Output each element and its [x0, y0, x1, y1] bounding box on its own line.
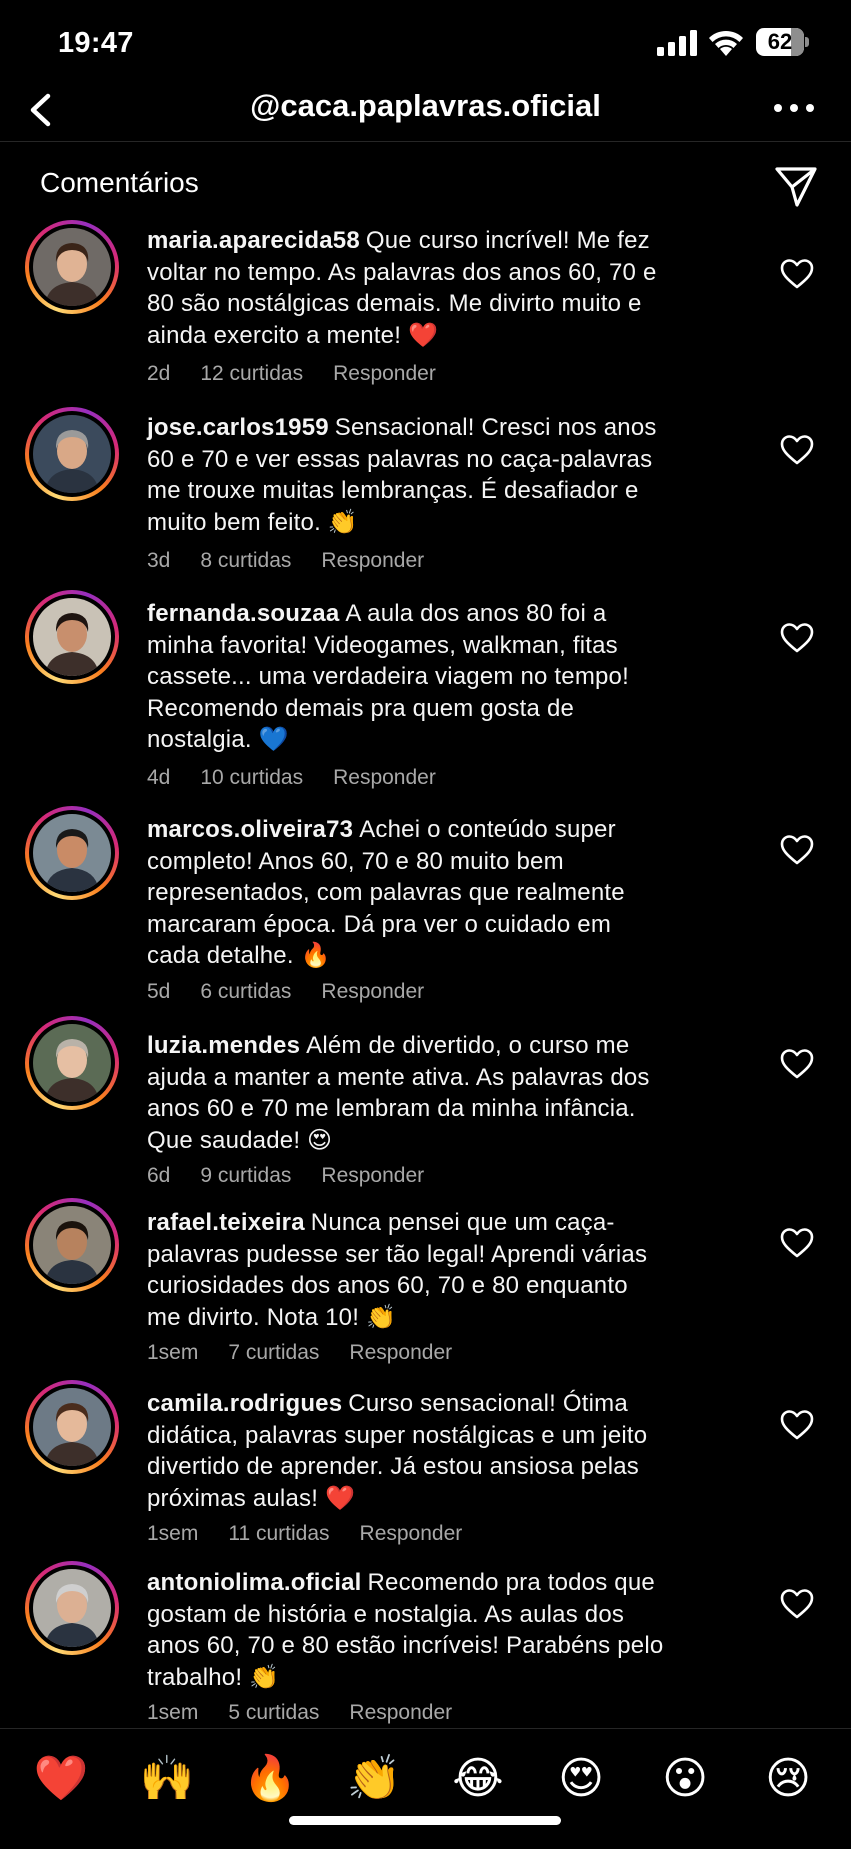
- comment-text: fernanda.souzaa A aula dos anos 80 foi a …: [147, 598, 667, 756]
- comment-time: 1sem: [147, 1341, 199, 1364]
- reaction-emoji-button[interactable]: 😮: [655, 1749, 715, 1809]
- comment-username[interactable]: marcos.oliveira73: [147, 816, 353, 843]
- avatar[interactable]: [25, 590, 119, 684]
- reply-button[interactable]: Responder: [360, 1522, 463, 1545]
- comment-text: camila.rodrigues Curso sensacional! Ótima…: [147, 1388, 667, 1514]
- comment-text: marcos.oliveira73 Achei o conteúdo super …: [147, 814, 667, 972]
- avatar[interactable]: [25, 220, 119, 314]
- comment-time: 1sem: [147, 1701, 199, 1724]
- comment-likes[interactable]: 9 curtidas: [200, 1164, 291, 1187]
- comment-likes[interactable]: 8 curtidas: [200, 549, 291, 572]
- more-horizontal-icon[interactable]: [772, 98, 816, 118]
- home-indicator[interactable]: [289, 1816, 561, 1825]
- heart-outline-icon[interactable]: [780, 1227, 814, 1259]
- comment-meta: 3d 8 curtidas Responder: [147, 549, 454, 573]
- battery-indicator: 62: [756, 28, 809, 56]
- comment-time: 1sem: [147, 1522, 199, 1545]
- reaction-emoji-button[interactable]: 😂: [448, 1749, 508, 1809]
- comment-meta: 2d 12 curtidas Responder: [147, 362, 466, 386]
- comment-text: antoniolima.oficial Recomendo pra todos q…: [147, 1567, 667, 1693]
- reaction-emoji-button[interactable]: 😢: [758, 1749, 818, 1809]
- reply-button[interactable]: Responder: [321, 1164, 424, 1187]
- paper-plane-icon[interactable]: [773, 163, 819, 209]
- comment-likes[interactable]: 10 curtidas: [200, 766, 303, 789]
- comment-meta: 5d 6 curtidas Responder: [147, 980, 454, 1004]
- reply-button[interactable]: Responder: [321, 549, 424, 572]
- status-bar: 19:47 62: [0, 0, 851, 80]
- avatar[interactable]: [25, 806, 119, 900]
- comment-time: 2d: [147, 362, 171, 385]
- reply-button[interactable]: Responder: [349, 1701, 452, 1724]
- comments-heading: Comentários: [40, 167, 199, 198]
- heart-outline-icon[interactable]: [780, 622, 814, 654]
- comment-text: luzia.mendes Além de divertido, o curso m…: [147, 1030, 667, 1156]
- avatar[interactable]: [25, 1561, 119, 1655]
- reply-button[interactable]: Responder: [321, 980, 424, 1003]
- comment-username[interactable]: rafael.teixeira: [147, 1209, 305, 1236]
- comment-username[interactable]: antoniolima.oficial: [147, 1569, 362, 1596]
- heart-outline-icon[interactable]: [780, 258, 814, 290]
- heart-outline-icon[interactable]: [780, 1048, 814, 1080]
- wifi-icon: [709, 30, 743, 56]
- comment-text: jose.carlos1959 Sensacional! Cresci nos a…: [147, 412, 667, 538]
- cellular-signal-icon: [657, 30, 697, 56]
- comment-meta: 1sem 5 curtidas Responder: [147, 1701, 482, 1725]
- comment-likes[interactable]: 7 curtidas: [228, 1341, 319, 1364]
- status-time: 19:47: [58, 27, 134, 59]
- comment-likes[interactable]: 12 curtidas: [200, 362, 303, 385]
- reply-button[interactable]: Responder: [333, 362, 436, 385]
- comment-likes[interactable]: 5 curtidas: [228, 1701, 319, 1724]
- comment-time: 5d: [147, 980, 171, 1003]
- reaction-emoji-button[interactable]: 😍: [551, 1749, 611, 1809]
- heart-outline-icon[interactable]: [780, 1588, 814, 1620]
- comment-text: maria.aparecida58 Que curso incrível! Me …: [147, 225, 667, 351]
- avatar[interactable]: [25, 407, 119, 501]
- avatar[interactable]: [25, 1016, 119, 1110]
- heart-outline-icon[interactable]: [780, 434, 814, 466]
- reaction-bar: ❤️ 🙌 🔥 👏 😂 😍 😮 😢: [0, 1728, 851, 1849]
- comment-meta: 4d 10 curtidas Responder: [147, 766, 466, 790]
- heart-outline-icon[interactable]: [780, 1409, 814, 1441]
- comment-username[interactable]: camila.rodrigues: [147, 1390, 342, 1417]
- comment-time: 6d: [147, 1164, 171, 1187]
- comment-username[interactable]: luzia.mendes: [147, 1032, 300, 1059]
- comment-meta: 1sem 7 curtidas Responder: [147, 1341, 482, 1365]
- page-title[interactable]: @caca.paplavras.oficial: [0, 88, 851, 124]
- battery-level: 62: [767, 29, 793, 54]
- reply-button[interactable]: Responder: [333, 766, 436, 789]
- comment-text: rafael.teixeira Nunca pensei que um caça-…: [147, 1207, 667, 1333]
- reaction-emoji-button[interactable]: 🔥: [240, 1749, 300, 1809]
- comment-likes[interactable]: 11 curtidas: [228, 1522, 329, 1545]
- comment-time: 3d: [147, 549, 171, 572]
- comment-meta: 1sem 11 curtidas Responder: [147, 1522, 492, 1546]
- comment-username[interactable]: maria.aparecida58: [147, 227, 360, 254]
- heart-outline-icon[interactable]: [780, 834, 814, 866]
- comment-likes[interactable]: 6 curtidas: [200, 980, 291, 1003]
- reaction-emoji-button[interactable]: 👏: [344, 1749, 404, 1809]
- avatar[interactable]: [25, 1380, 119, 1474]
- top-bar: @caca.paplavras.oficial: [0, 80, 851, 142]
- comment-username[interactable]: jose.carlos1959: [147, 414, 329, 441]
- reaction-emoji-button[interactable]: ❤️: [31, 1749, 91, 1809]
- avatar[interactable]: [25, 1198, 119, 1292]
- reply-button[interactable]: Responder: [349, 1341, 452, 1364]
- comment-username[interactable]: fernanda.souzaa: [147, 600, 339, 627]
- reaction-emoji-button[interactable]: 🙌: [137, 1749, 197, 1809]
- comment-time: 4d: [147, 766, 171, 789]
- comment-meta: 6d 9 curtidas Responder: [147, 1164, 454, 1188]
